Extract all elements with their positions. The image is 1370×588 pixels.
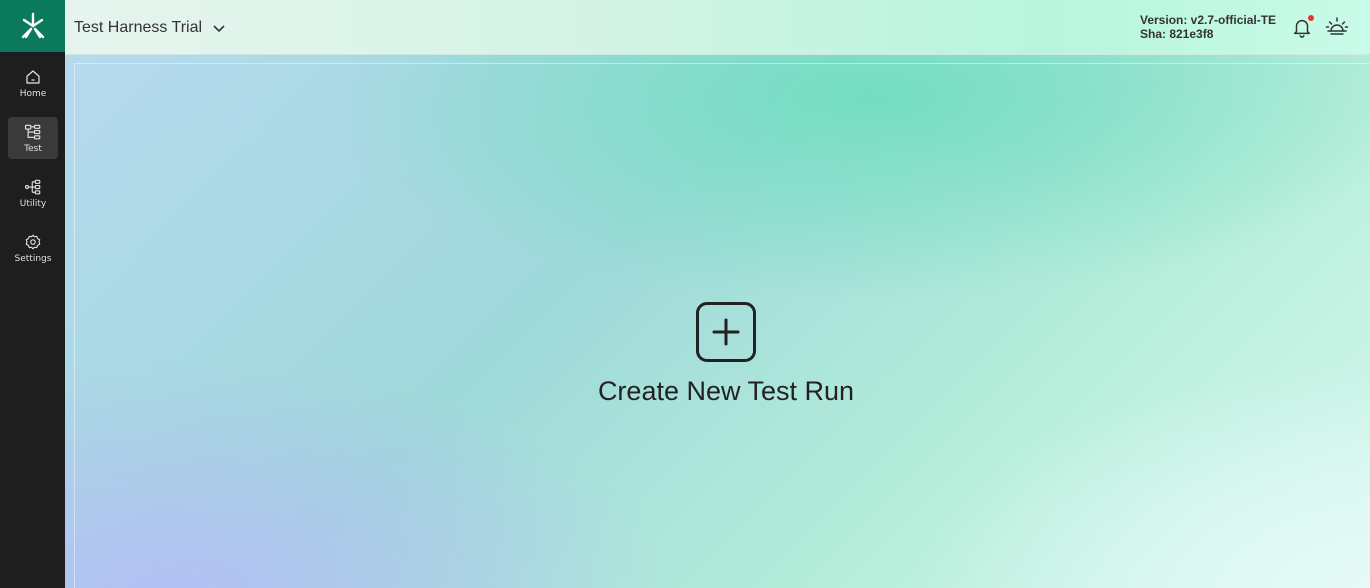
logo-icon <box>21 12 44 39</box>
chevron-down-icon <box>213 25 225 33</box>
sidebar-item-home[interactable]: Home <box>8 62 58 104</box>
version-info: Version: v2.7-official-TE Sha: 821e3f8 <box>1140 13 1276 41</box>
content-panel: Create New Test Run <box>74 63 1370 588</box>
project-selector[interactable]: Test Harness Trial <box>74 19 226 37</box>
notification-dot <box>1308 15 1314 21</box>
sidebar-item-label: Utility <box>19 198 47 209</box>
sidebar-item-label: Settings <box>14 253 52 264</box>
create-new-test-run-label: Create New Test Run <box>597 376 855 406</box>
plus-box-icon <box>696 302 756 362</box>
sun-icon[interactable] <box>1325 15 1349 39</box>
sha-text: Sha: 821e3f8 <box>1140 27 1214 41</box>
main-content: Create New Test Run <box>65 55 1370 588</box>
version-text: Version: v2.7-official-TE <box>1140 13 1277 27</box>
sidebar: Home Test Utility Settings <box>0 0 65 588</box>
hierarchy-icon <box>24 179 41 194</box>
project-title: Test Harness Trial <box>74 19 203 36</box>
gear-icon <box>25 234 41 249</box>
app-logo[interactable] <box>0 0 65 52</box>
plus-icon <box>712 318 740 346</box>
sidebar-item-label: Test <box>24 143 42 154</box>
create-new-test-run-button[interactable]: Create New Test Run <box>595 302 857 407</box>
sidebar-item-utility[interactable]: Utility <box>8 172 58 214</box>
sidebar-item-label: Home <box>19 88 47 99</box>
sidebar-item-settings[interactable]: Settings <box>8 227 58 269</box>
home-icon <box>26 69 40 84</box>
sidebar-item-test[interactable]: Test <box>8 117 58 159</box>
tree-icon <box>24 124 41 139</box>
top-header: Test Harness Trial Version: v2.7-officia… <box>65 0 1370 55</box>
